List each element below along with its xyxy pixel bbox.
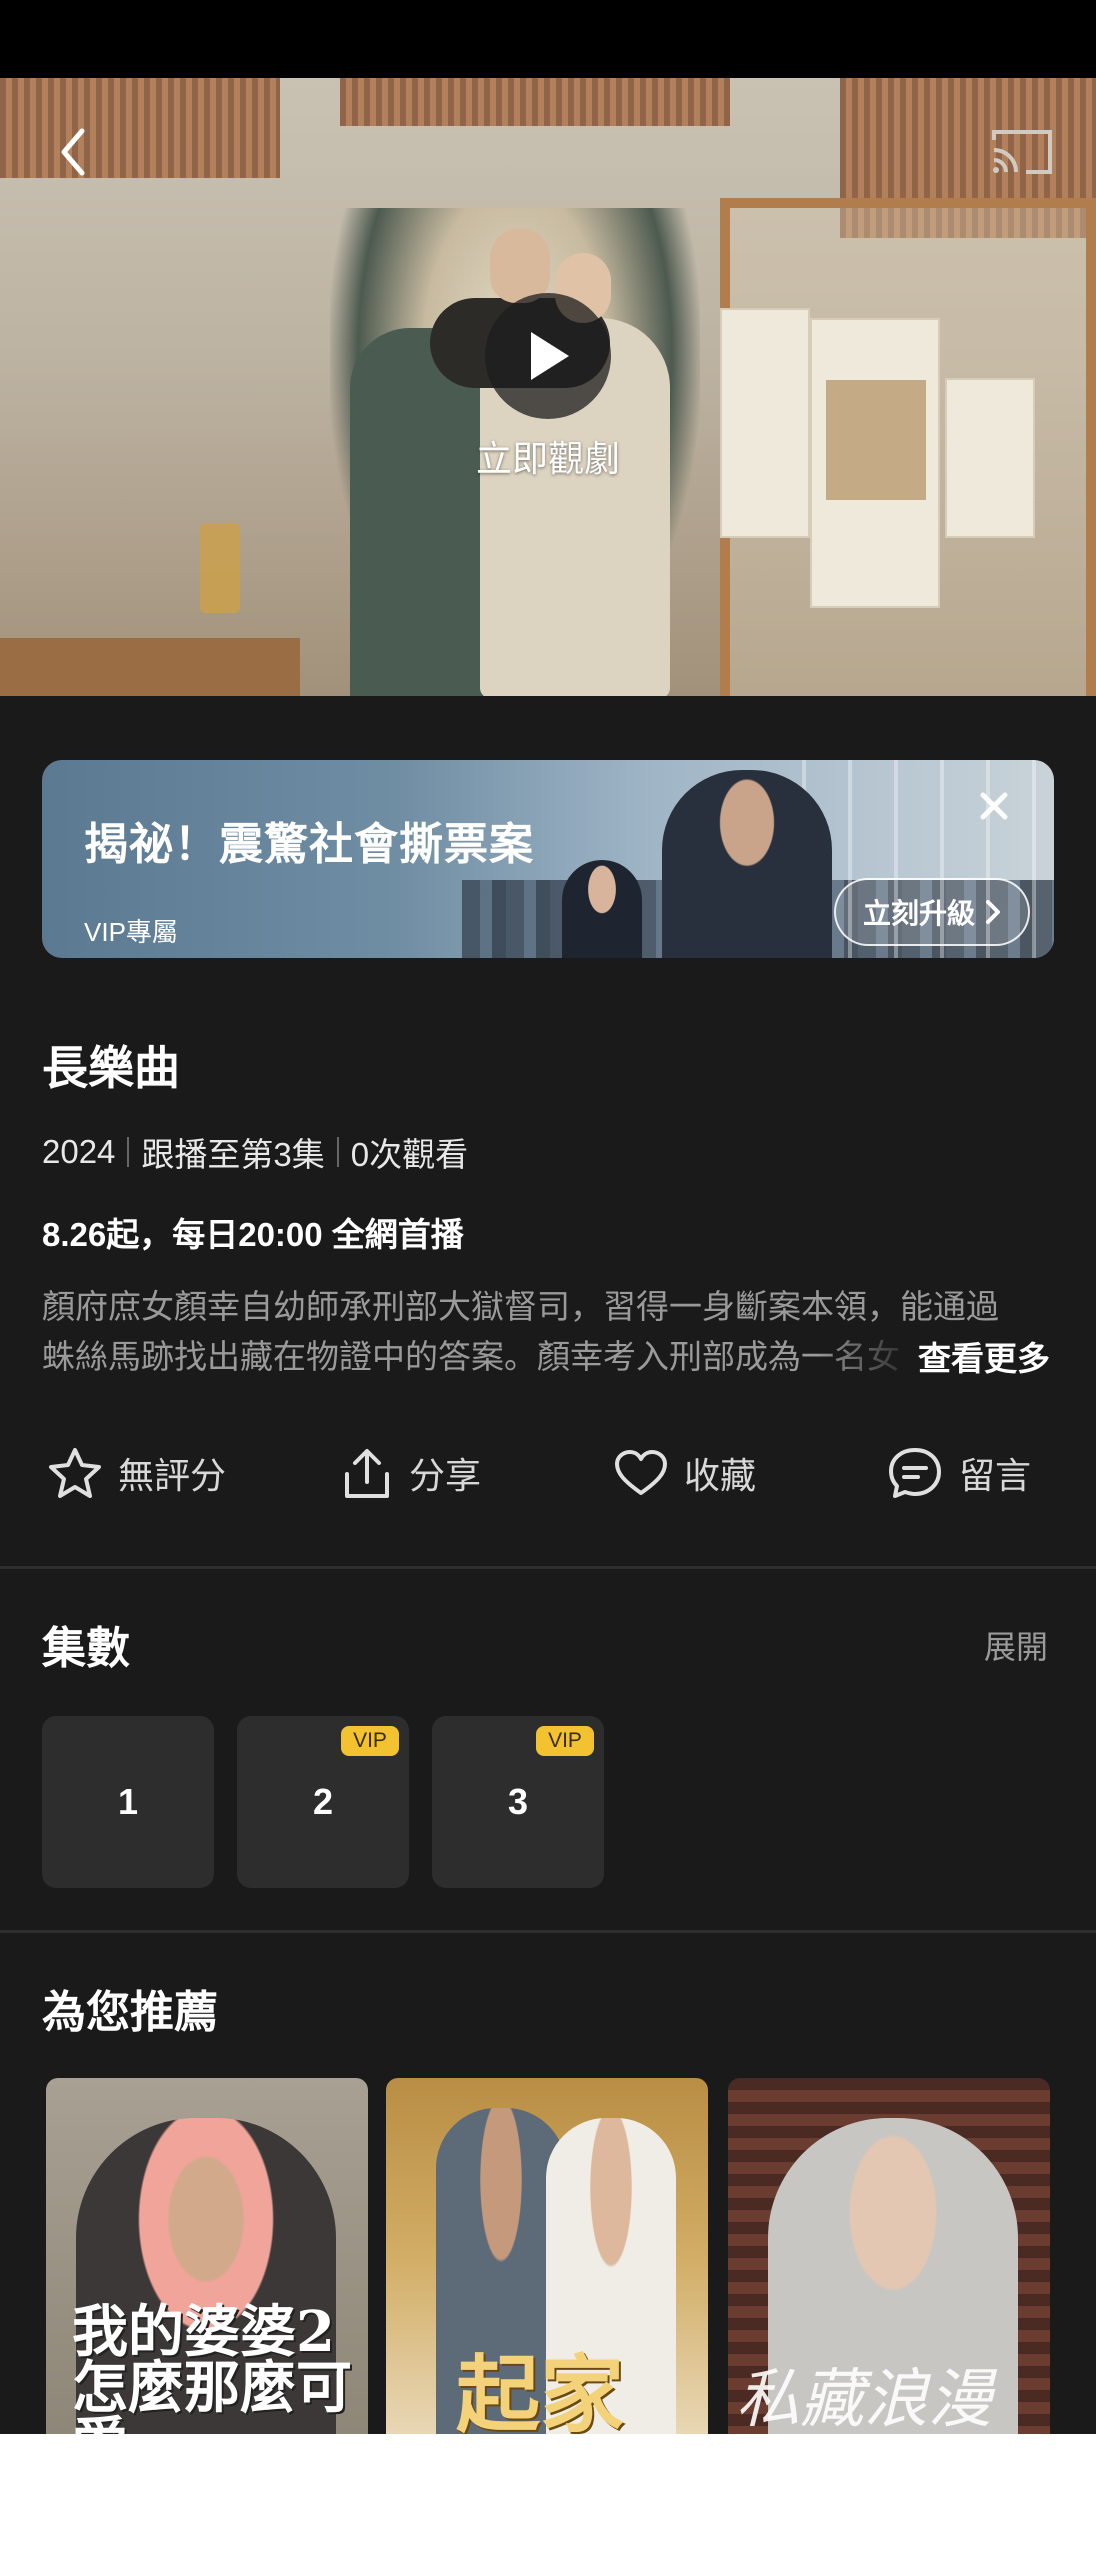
- banner-actress-image: [562, 860, 642, 958]
- meta-divider: [127, 1137, 130, 1167]
- favorite-button[interactable]: 收藏: [548, 1430, 822, 1516]
- close-icon: [980, 792, 1008, 820]
- recommend-card[interactable]: 起家: [386, 2078, 708, 2434]
- section-divider: [0, 1930, 1096, 1933]
- show-meta: 2024 跟播至第3集 0次觀看: [42, 1128, 468, 1176]
- synopsis-line: 顏府庶女顏幸自幼師承刑部大獄督司，習得一身斷案本領，能通過: [42, 1288, 999, 1325]
- show-views: 0次觀看: [350, 1136, 469, 1173]
- episode-button[interactable]: 1: [42, 1716, 214, 1888]
- banner-title: 揭祕！震驚社會撕票案: [84, 820, 534, 869]
- star-icon: [48, 1448, 101, 1498]
- rating-button[interactable]: 無評分: [0, 1430, 274, 1516]
- heart-icon: [614, 1450, 667, 1495]
- recommend-title: 為您推薦: [42, 1988, 218, 2037]
- cast-icon: [992, 130, 1052, 174]
- episode-button[interactable]: 2 VIP: [237, 1716, 409, 1888]
- play-label[interactable]: 立即觀劇: [398, 430, 698, 482]
- show-title: 長樂曲: [42, 1042, 180, 1094]
- hero-bg-blind: [340, 78, 730, 126]
- hero-bg-blind: [0, 78, 280, 178]
- vip-promo-banner[interactable]: 揭祕！震驚社會撕票案 VIP專屬 立刻升級: [42, 760, 1054, 958]
- banner-close-button[interactable]: [974, 786, 1014, 826]
- cast-button[interactable]: [990, 126, 1054, 178]
- comment-button[interactable]: 留言: [822, 1430, 1096, 1516]
- episode-button[interactable]: 3 VIP: [432, 1716, 604, 1888]
- comment-icon: [888, 1448, 941, 1498]
- upgrade-button[interactable]: 立刻升級: [834, 878, 1030, 946]
- share-icon: [344, 1449, 389, 1498]
- chevron-left-icon: [61, 128, 85, 176]
- comment-label: 留言: [958, 1455, 1031, 1496]
- hero-bg-scroll: [945, 378, 1035, 538]
- episode-number: 1: [117, 1781, 139, 1822]
- poster-caption: 我的婆婆2 怎麼那麼可愛: [72, 2299, 352, 2434]
- episodes-title: 集數: [42, 1624, 130, 1673]
- play-icon: [531, 332, 569, 380]
- synopsis: 顏府庶女顏幸自幼師承刑部大獄督司，習得一身斷案本領，能通過 蛛絲馬跡找出藏在物證…: [42, 1282, 1054, 1382]
- show-year: 2024: [42, 1133, 116, 1170]
- banner-subtitle: VIP專屬: [84, 917, 178, 947]
- section-divider: [0, 1566, 1096, 1569]
- episode-number: 2: [312, 1781, 334, 1822]
- synopsis-line: 蛛絲馬跡找出藏在物證中的答案。顏幸考入刑部成為一名女: [42, 1338, 900, 1375]
- show-progress: 跟播至第3集: [141, 1136, 325, 1173]
- bottom-bar: [0, 2434, 1096, 2560]
- vip-badge: VIP: [341, 1726, 399, 1756]
- hero-bg-lantern: [200, 523, 240, 613]
- back-button[interactable]: [48, 122, 98, 182]
- banner-actor-image: [662, 770, 832, 958]
- premiere-info: 8.26起，每日20:00 全網首播: [42, 1216, 464, 1253]
- expand-episodes-button[interactable]: 展開: [984, 1622, 1048, 1668]
- hero-bg-scroll: [720, 308, 810, 538]
- meta-divider: [336, 1137, 339, 1167]
- see-more-link[interactable]: 查看更多: [918, 1332, 1050, 1380]
- chevron-right-icon: [986, 900, 1000, 924]
- poster-caption: 私藏浪漫: [736, 2363, 992, 2434]
- share-label: 分享: [408, 1455, 481, 1496]
- upgrade-button-label: 立刻升級: [862, 898, 975, 929]
- share-button[interactable]: 分享: [274, 1430, 548, 1516]
- status-bar: [0, 0, 1096, 78]
- favorite-label: 收藏: [683, 1455, 756, 1496]
- rating-label: 無評分: [117, 1455, 226, 1496]
- action-bar: 無評分 分享 收藏 留言: [0, 1430, 1096, 1516]
- poster-caption: 起家: [456, 2345, 625, 2434]
- hero-bg-table: [0, 638, 300, 696]
- recommend-card[interactable]: 我的婆婆2 怎麼那麼可愛: [46, 2078, 368, 2434]
- hero-bg-scroll: [810, 318, 940, 608]
- episode-number: 3: [507, 1781, 529, 1822]
- play-button[interactable]: [485, 293, 611, 419]
- vip-badge: VIP: [536, 1726, 594, 1756]
- recommend-card[interactable]: 私藏浪漫: [728, 2078, 1050, 2434]
